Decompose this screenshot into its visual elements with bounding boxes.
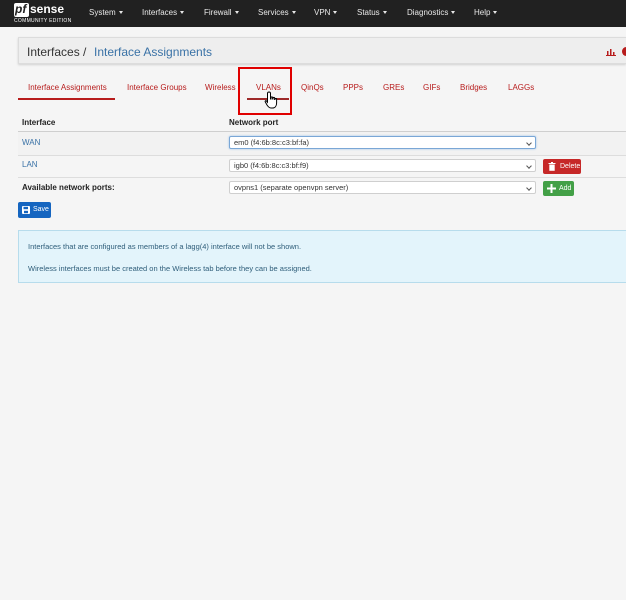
- info-line-wireless: Wireless interfaces must be created on t…: [28, 264, 312, 273]
- bar-chart-icon[interactable]: [606, 48, 616, 56]
- logo-edition: COMMUNITY EDITION: [14, 18, 72, 24]
- caret-down-icon: [493, 11, 498, 15]
- wan-port-value: em0 (f4:6b:8c:c3:bf:fa): [234, 138, 310, 147]
- lan-port-value: igb0 (f4:6b:8c:c3:bf:f9): [234, 161, 309, 170]
- tab-qinqs[interactable]: QinQs: [301, 83, 324, 92]
- delete-button-label: Delete: [560, 163, 581, 170]
- save-button[interactable]: Save: [18, 202, 51, 218]
- delete-button[interactable]: Delete: [543, 159, 581, 174]
- chevron-down-icon: [526, 163, 532, 169]
- nav-help-label: Help: [474, 8, 491, 17]
- active-tab-underline: [18, 98, 115, 100]
- nav-help[interactable]: Help: [474, 8, 498, 17]
- tab-laggs[interactable]: LAGGs: [508, 83, 534, 92]
- pfsense-logo[interactable]: pf sense COMMUNITY EDITION: [14, 2, 76, 24]
- tab-interface-groups[interactable]: Interface Groups: [127, 83, 187, 92]
- save-icon: [22, 206, 30, 214]
- lan-port-select[interactable]: igb0 (f4:6b:8c:c3:bf:f9): [229, 159, 536, 172]
- save-button-label: Save: [33, 206, 49, 213]
- nav-interfaces-label: Interfaces: [142, 8, 178, 17]
- nav-system[interactable]: System: [89, 8, 123, 17]
- caret-down-icon: [451, 11, 456, 15]
- top-navbar: pf sense COMMUNITY EDITION System Interf…: [0, 0, 626, 27]
- trash-icon: [548, 162, 556, 171]
- nav-vpn[interactable]: VPN: [314, 8, 338, 17]
- help-icon[interactable]: [622, 47, 626, 56]
- available-port-select[interactable]: ovpns1 (separate openvpn server): [229, 181, 536, 194]
- nav-system-label: System: [89, 8, 116, 17]
- caret-down-icon: [333, 11, 338, 15]
- nav-services-label: Services: [258, 8, 289, 17]
- nav-status[interactable]: Status: [357, 8, 387, 17]
- wan-port-select[interactable]: em0 (f4:6b:8c:c3:bf:fa): [229, 136, 536, 149]
- logo-pf: pf: [15, 2, 27, 16]
- nav-interfaces[interactable]: Interfaces: [142, 8, 185, 17]
- row-divider: [18, 155, 626, 156]
- hand-cursor-icon: [264, 91, 278, 109]
- add-button-label: Add: [559, 185, 572, 192]
- chevron-down-icon: [526, 140, 532, 146]
- tab-gifs[interactable]: GIFs: [423, 83, 440, 92]
- interface-link-lan[interactable]: LAN: [22, 160, 38, 169]
- nav-firewall[interactable]: Firewall: [204, 8, 239, 17]
- interface-link-wan[interactable]: WAN: [22, 138, 40, 147]
- nav-vpn-label: VPN: [314, 8, 331, 17]
- breadcrumb-section: Interfaces: [27, 45, 80, 59]
- tab-wireless[interactable]: Wireless: [205, 83, 236, 92]
- caret-down-icon: [180, 11, 185, 15]
- caret-down-icon: [291, 11, 296, 15]
- tab-ppps[interactable]: PPPs: [343, 83, 363, 92]
- breadcrumb: Interfaces / Interface Assignments: [18, 37, 626, 64]
- nav-status-label: Status: [357, 8, 380, 17]
- logo-sense: sense: [30, 2, 65, 16]
- caret-down-icon: [382, 11, 387, 15]
- tab-bridges[interactable]: Bridges: [460, 83, 487, 92]
- info-alert: Interfaces that are configured as member…: [18, 230, 626, 283]
- plus-icon: [547, 184, 556, 193]
- tab-gres[interactable]: GREs: [383, 83, 404, 92]
- nav-firewall-label: Firewall: [204, 8, 232, 17]
- chevron-down-icon: [526, 185, 532, 191]
- caret-down-icon: [118, 11, 123, 15]
- available-port-value: ovpns1 (separate openvpn server): [234, 183, 349, 192]
- tab-interface-assignments[interactable]: Interface Assignments: [28, 83, 107, 92]
- breadcrumb-separator: /: [83, 45, 87, 59]
- caret-down-icon: [234, 11, 239, 15]
- info-line-lagg: Interfaces that are configured as member…: [28, 242, 302, 251]
- nav-diagnostics[interactable]: Diagnostics: [407, 8, 456, 17]
- available-ports-label: Available network ports:: [22, 183, 115, 192]
- row-divider: [18, 177, 626, 178]
- header-interface: Interface: [22, 118, 56, 127]
- header-network-port: Network port: [229, 118, 279, 127]
- breadcrumb-page-link[interactable]: Interface Assignments: [94, 45, 212, 59]
- add-button[interactable]: Add: [543, 181, 574, 196]
- nav-diagnostics-label: Diagnostics: [407, 8, 449, 17]
- nav-services[interactable]: Services: [258, 8, 296, 17]
